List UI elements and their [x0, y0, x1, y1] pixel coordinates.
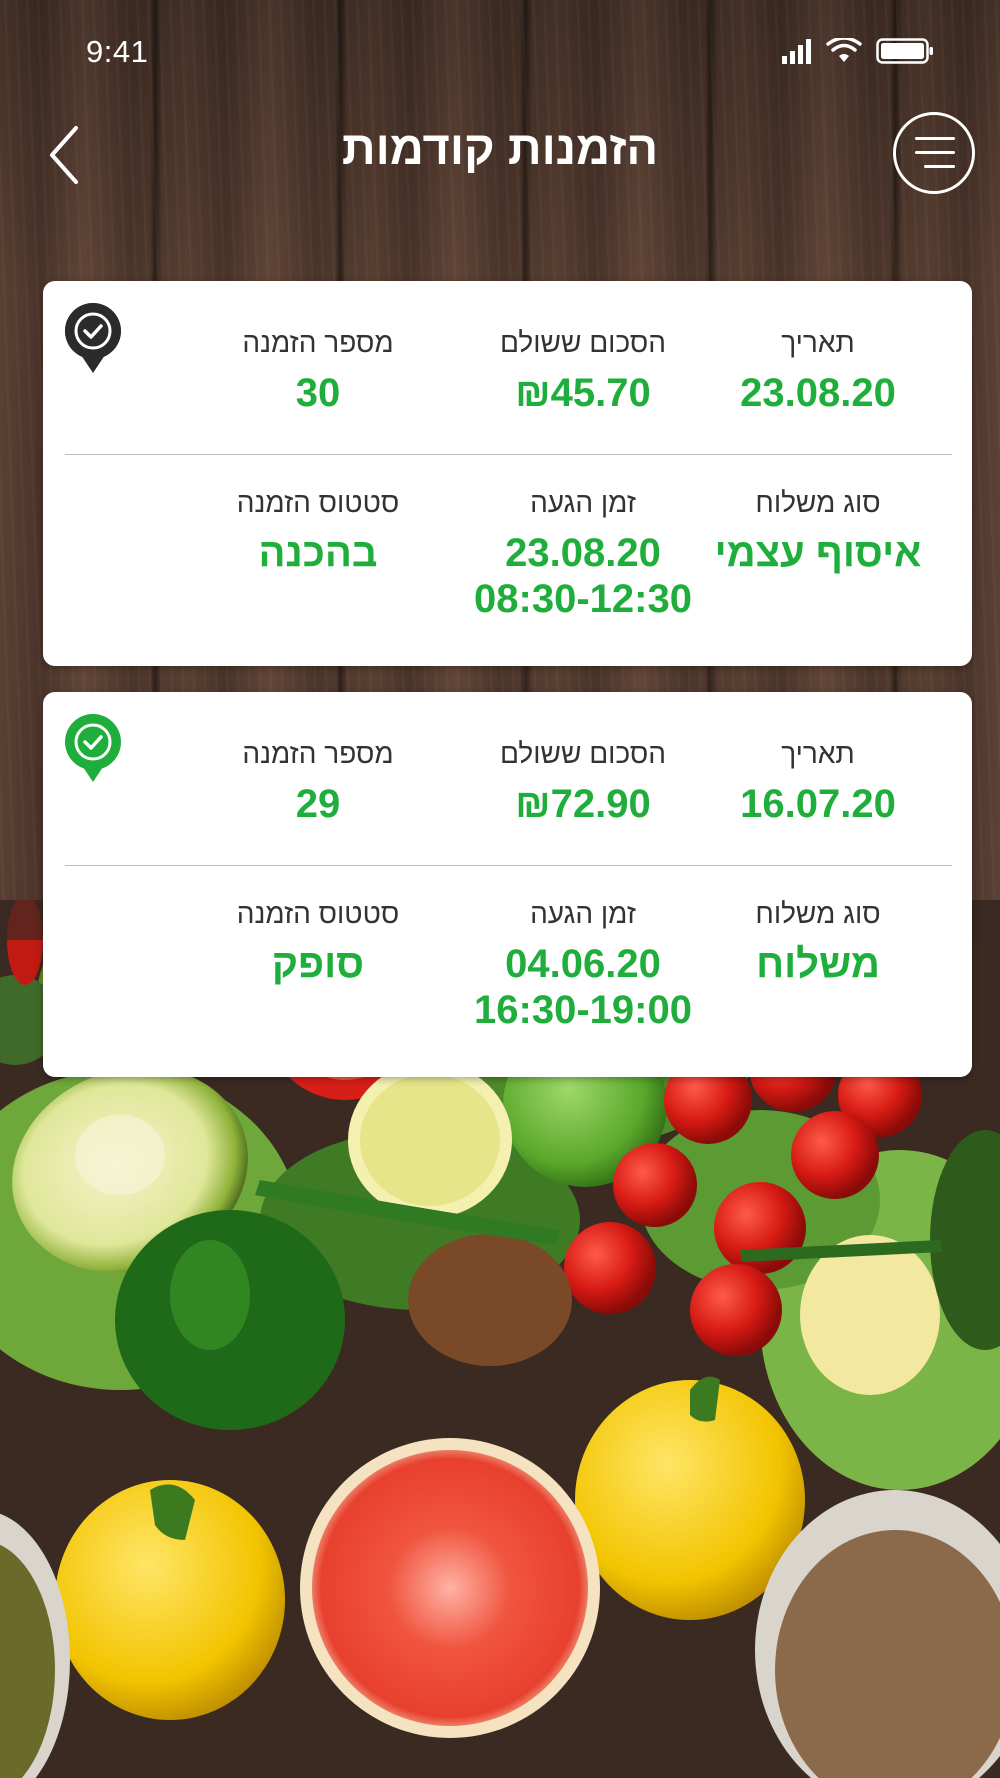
arrival-time-value: 04.06.20 16:30-19:00	[474, 942, 692, 1032]
battery-icon	[876, 38, 933, 64]
order-card[interactable]: תאריך 23.08.20 הסכום ששולם ₪45.70 מספר ה…	[43, 281, 972, 666]
wifi-icon	[826, 38, 862, 62]
order-number-label: מספר הזמנה	[242, 327, 394, 358]
order-status-label: סטטוס הזמנה	[236, 487, 400, 518]
arrival-time-label: זמן הגעה	[530, 487, 636, 518]
page-title: הזמנות קודמות	[341, 121, 659, 174]
order-number: מספר הזמנה 29	[163, 737, 473, 827]
order-number-value: 29	[295, 782, 341, 826]
status-bar: 9:41	[0, 0, 1000, 110]
card-divider	[65, 865, 952, 866]
order-status-value: בהכנה	[258, 531, 378, 575]
card-divider	[65, 454, 952, 455]
order-number: מספר הזמנה 30	[163, 326, 473, 416]
status-time: 9:41	[86, 34, 149, 69]
check-badge-green-icon	[65, 714, 121, 782]
status-icons	[782, 38, 934, 64]
menu-button[interactable]	[893, 112, 975, 194]
arrival-time: זמן הגעה 04.06.20 16:30-19:00	[433, 897, 733, 1033]
order-amount: הסכום ששולם ₪45.70	[433, 326, 733, 416]
check-badge-dark-icon	[64, 303, 121, 373]
arrival-time: זמן הגעה 23.08.20 08:30-12:30	[433, 486, 733, 622]
arrival-time-label: זמן הגעה	[530, 898, 636, 929]
arrival-time-value: 23.08.20 08:30-12:30	[474, 531, 692, 621]
order-amount-value: ₪45.70	[515, 371, 651, 415]
chevron-left-icon	[50, 126, 78, 184]
order-status-label: סטטוס הזמנה	[236, 898, 400, 929]
order-amount: הסכום ששולם ₪72.90	[433, 737, 733, 827]
order-status: סטטוס הזמנה בהכנה	[163, 486, 473, 576]
order-status: סטטוס הזמנה סופק	[163, 897, 473, 987]
header: הזמנות קודמות	[0, 100, 1000, 210]
order-number-value: 30	[295, 371, 341, 415]
order-number-label: מספר הזמנה	[242, 738, 394, 769]
signal-icon	[782, 39, 811, 64]
order-amount-label: הסכום ששולם	[500, 327, 666, 358]
order-status-value: סופק	[271, 942, 365, 986]
order-amount-label: הסכום ששולם	[500, 738, 666, 769]
order-amount-value: ₪72.90	[515, 782, 651, 826]
back-button[interactable]	[40, 122, 90, 188]
order-card[interactable]: תאריך 16.07.20 הסכום ששולם ₪72.90 מספר ה…	[43, 692, 972, 1077]
